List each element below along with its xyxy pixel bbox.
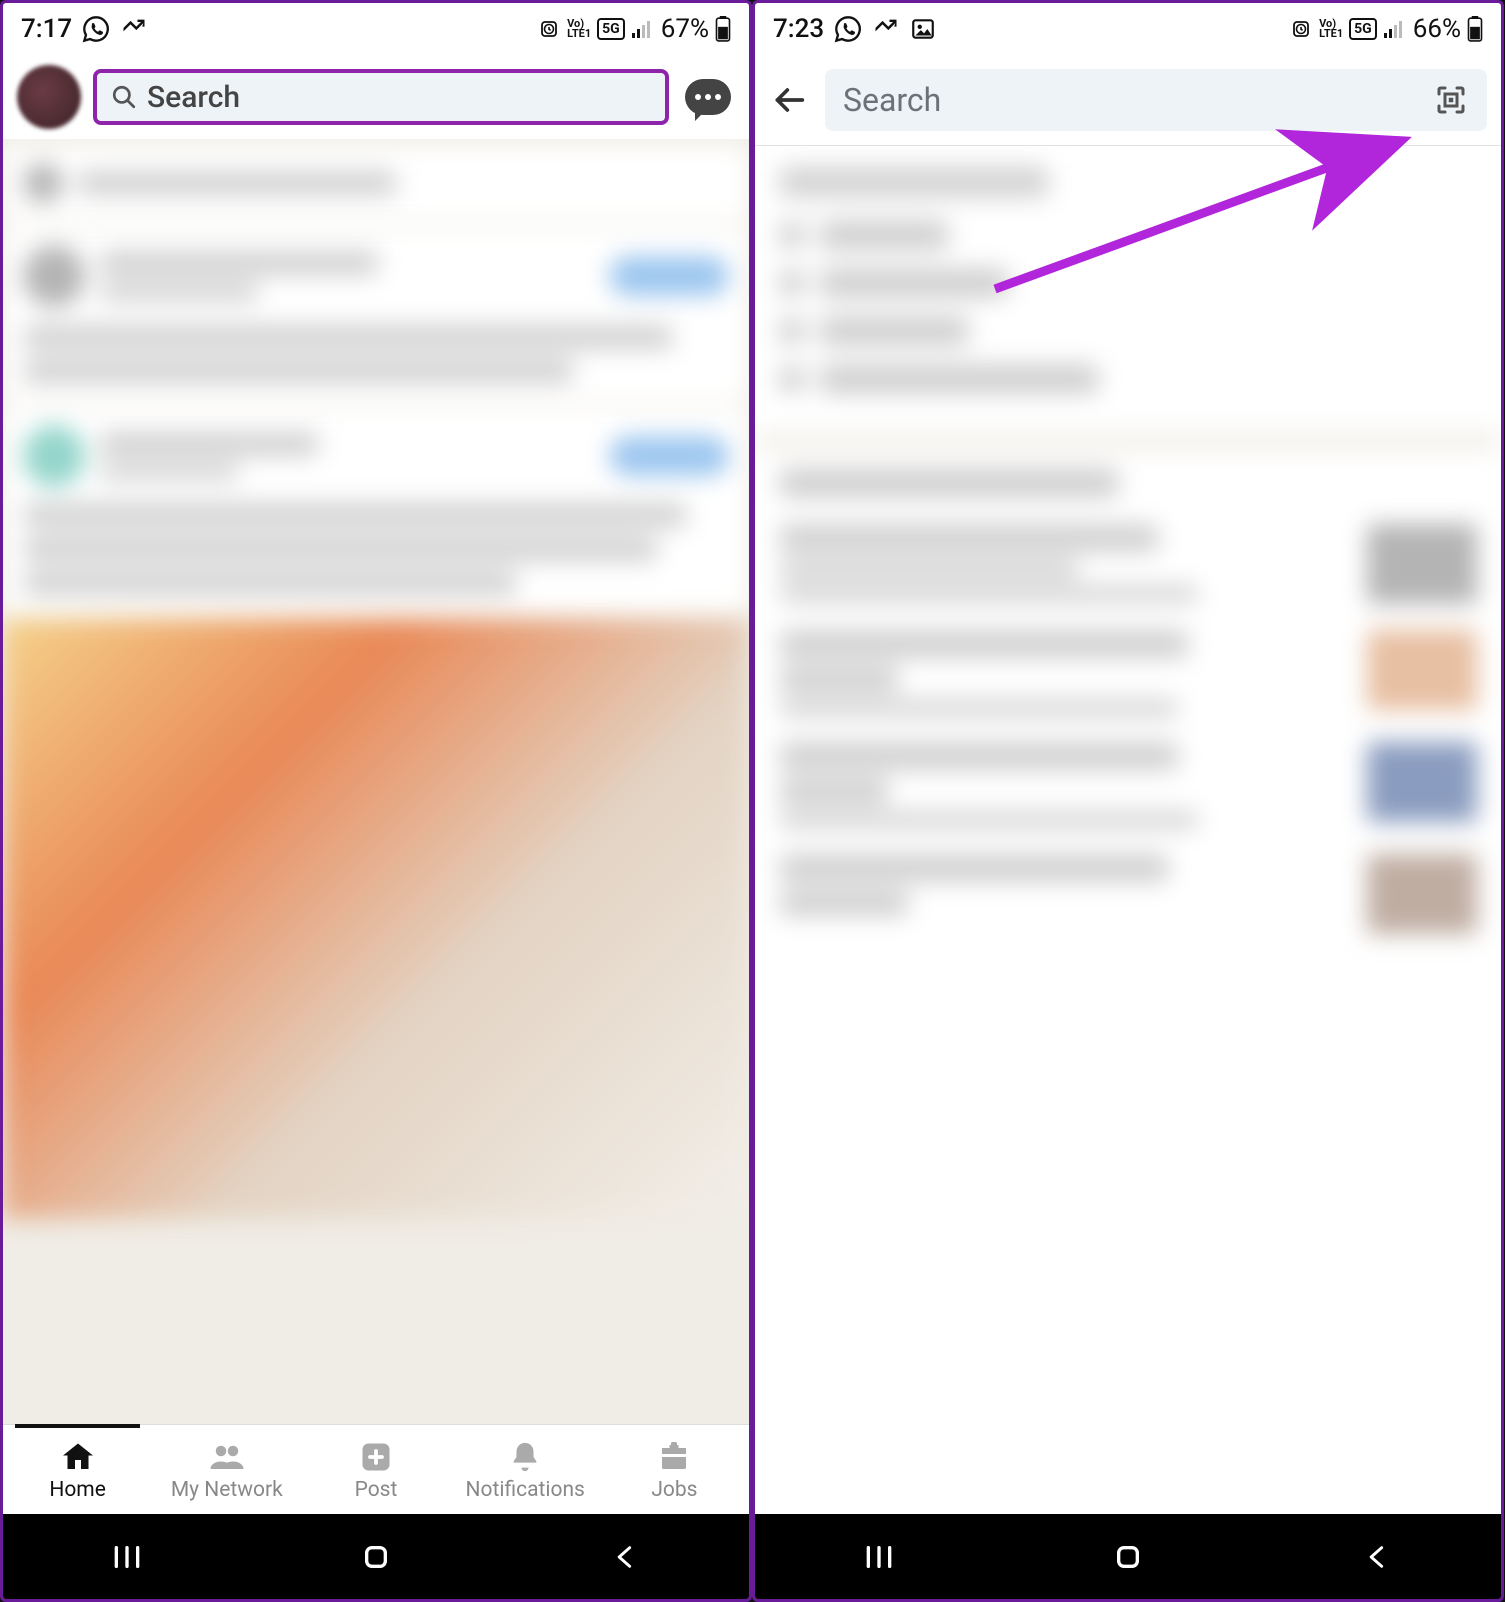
qr-scan-icon[interactable] [1433, 82, 1469, 118]
nav-post[interactable]: Post [301, 1425, 450, 1514]
alarm-icon [1289, 17, 1313, 41]
recents-button[interactable] [67, 1537, 187, 1577]
battery-percent: 66% [1413, 14, 1461, 44]
battery-icon [1467, 16, 1483, 42]
nav-label: Post [355, 1478, 398, 1502]
search-icon [111, 84, 137, 110]
bottom-nav: Home My Network Post Notifications [3, 1424, 749, 1514]
battery-percent: 67% [661, 14, 709, 44]
briefcase-icon [656, 1438, 692, 1476]
status-bar: 7:23 Vo)LTE1 5G 6 [755, 3, 1501, 55]
nav-home[interactable]: Home [3, 1425, 152, 1514]
home-button[interactable] [316, 1537, 436, 1577]
whatsapp-icon [834, 15, 862, 43]
status-time: 7:23 [773, 14, 824, 44]
recents-button[interactable] [819, 1537, 939, 1577]
search-box[interactable]: Search [93, 69, 669, 125]
volte-icon: Vo)LTE1 [1319, 19, 1343, 39]
alarm-icon [537, 17, 561, 41]
volte-icon: Vo)LTE1 [567, 19, 591, 39]
search-header: Search [755, 55, 1501, 145]
signal-icon [631, 19, 655, 39]
left-phone-screen: 7:17 Vo)LTE1 5G 67% [0, 0, 752, 1602]
nav-label: My Network [171, 1478, 283, 1502]
signal-icon [1383, 19, 1407, 39]
right-phone-screen: 7:23 Vo)LTE1 5G 6 [752, 0, 1504, 1602]
home-button[interactable] [1068, 1537, 1188, 1577]
missed-call-icon [120, 15, 148, 43]
nav-network[interactable]: My Network [152, 1425, 301, 1514]
back-button[interactable] [1317, 1537, 1437, 1577]
search-placeholder: Search [843, 81, 941, 119]
missed-call-icon [872, 15, 900, 43]
image-icon [910, 16, 936, 42]
plus-box-icon [358, 1438, 394, 1476]
search-placeholder: Search [147, 80, 240, 115]
feed-area[interactable] [3, 139, 749, 1424]
network-5g-icon: 5G [597, 18, 625, 40]
system-nav [755, 1514, 1501, 1599]
bell-icon [508, 1438, 542, 1476]
system-nav [3, 1514, 749, 1599]
home-icon [60, 1438, 96, 1476]
back-arrow-button[interactable] [769, 80, 809, 120]
chat-icon [685, 79, 731, 115]
people-icon [208, 1438, 246, 1476]
nav-label: Home [49, 1478, 106, 1502]
nav-jobs[interactable]: Jobs [600, 1425, 749, 1514]
status-bar: 7:17 Vo)LTE1 5G 67% [3, 3, 749, 55]
app-header: Search [3, 55, 749, 139]
back-button[interactable] [565, 1537, 685, 1577]
network-5g-icon: 5G [1349, 18, 1377, 40]
search-box[interactable]: Search [825, 69, 1487, 131]
messages-button[interactable] [681, 75, 735, 119]
search-suggestions-area[interactable] [755, 146, 1501, 1514]
status-time: 7:17 [21, 14, 72, 44]
nav-label: Jobs [651, 1478, 697, 1502]
nav-label: Notifications [466, 1478, 585, 1502]
nav-notifications[interactable]: Notifications [451, 1425, 600, 1514]
whatsapp-icon [82, 15, 110, 43]
battery-icon [715, 16, 731, 42]
profile-avatar[interactable] [17, 65, 81, 129]
